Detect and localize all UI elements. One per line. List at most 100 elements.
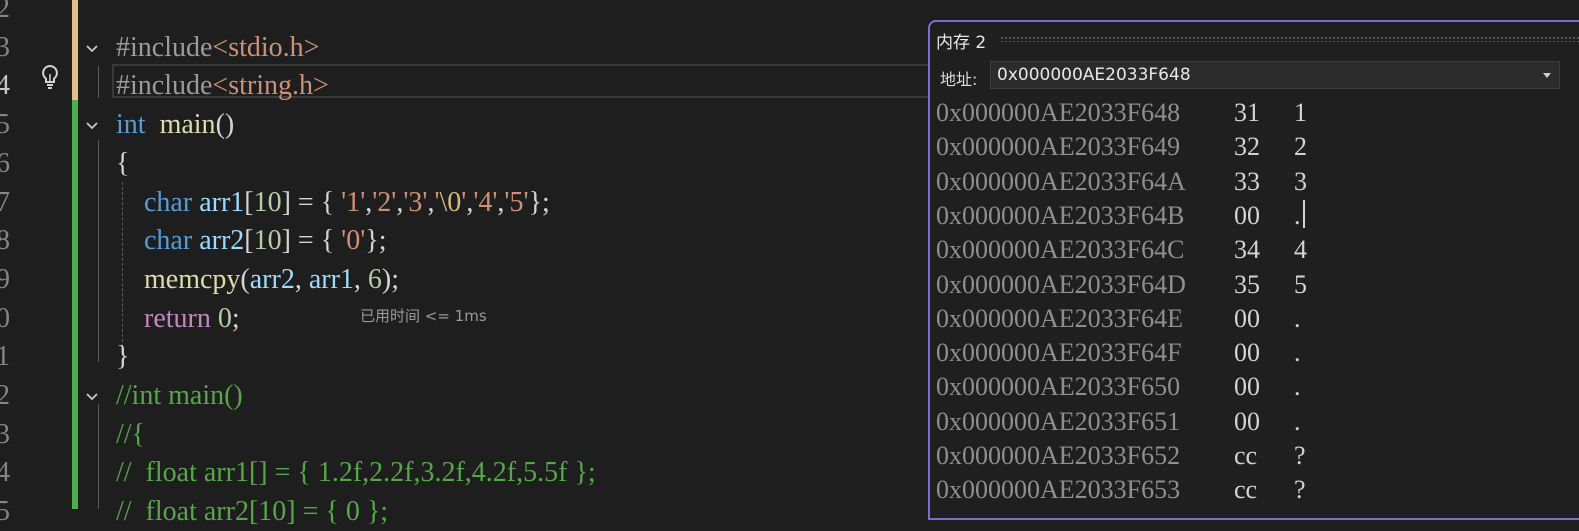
memory-window-titlebar[interactable]: 内存 2: [930, 22, 1579, 56]
memory-hex-byte[interactable]: 33: [1234, 165, 1294, 199]
line-number: 4: [0, 70, 10, 102]
elapsed-time-hint: 已用时间 <= 1ms: [360, 307, 487, 325]
address-input[interactable]: 0x000000AE2033F648: [990, 61, 1560, 89]
code-token: [: [244, 186, 254, 218]
code-token: (): [215, 109, 235, 141]
code-token: int: [116, 109, 146, 141]
memory-address: 0x000000AE2033F653: [936, 475, 1181, 505]
memory-address: 0x000000AE2033F649: [936, 132, 1181, 162]
memory-hex-byte[interactable]: cc: [1234, 439, 1294, 473]
code-token: ] = {: [281, 225, 342, 257]
memory-char[interactable]: 4: [1294, 233, 1307, 267]
memory-address: 0x000000AE2033F648: [936, 98, 1181, 127]
line-number: 9: [0, 263, 10, 295]
memory-char[interactable]: .: [1294, 302, 1301, 336]
code-token: 6: [367, 263, 382, 295]
code-line[interactable]: }: [116, 338, 129, 376]
code-token: ,: [294, 263, 309, 295]
memory-char[interactable]: ?: [1294, 473, 1306, 507]
memory-hex-byte[interactable]: 32: [1234, 130, 1294, 164]
line-number: 7: [0, 186, 10, 218]
code-line[interactable]: //int main(): [116, 377, 243, 415]
line-number: 3: [0, 31, 10, 63]
memory-address: 0x000000AE2033F652: [936, 441, 1181, 470]
memory-row[interactable]: 0x000000AE2033F64E 00.: [936, 302, 1301, 336]
line-number: 4: [0, 457, 10, 489]
code-line[interactable]: //{: [116, 416, 145, 454]
memory-char[interactable]: .: [1294, 199, 1301, 233]
code-token: \0: [439, 186, 462, 218]
memory-hex-byte[interactable]: 00: [1234, 405, 1294, 439]
memory-row[interactable]: 0x000000AE2033F651 00.: [936, 405, 1301, 439]
memory-char[interactable]: .: [1294, 405, 1301, 439]
memory-row[interactable]: 0x000000AE2033F64F 00.: [936, 336, 1301, 370]
code-line[interactable]: // float arr1[] = { 1.2f,2.2f,3.2f,4.2f,…: [116, 454, 596, 492]
code-token: //int main(): [116, 380, 243, 411]
code-line[interactable]: char arr2[10] = { '0'};: [116, 222, 386, 260]
code-token: arr2: [249, 263, 295, 295]
memory-row[interactable]: 0x000000AE2033F650 00.: [936, 370, 1301, 404]
memory-hex-byte[interactable]: 00: [1234, 370, 1294, 404]
chevron-down-icon[interactable]: [1543, 73, 1551, 78]
code-token: // float arr1[] = { 1.2f,2.2f,3.2f,4.2f,…: [116, 457, 596, 489]
code-token: #include: [116, 31, 213, 63]
code-line[interactable]: {: [116, 145, 129, 183]
memory-address: 0x000000AE2033F64C: [936, 235, 1185, 265]
code-token: '3': [403, 186, 428, 218]
memory-row[interactable]: 0x000000AE2033F64C 34 4: [936, 233, 1307, 267]
memory-char[interactable]: 3: [1294, 165, 1307, 199]
memory-char[interactable]: 1: [1294, 96, 1307, 130]
memory-row[interactable]: 0x000000AE2033F64A 33 3: [936, 165, 1307, 199]
code-token: #include: [116, 70, 213, 102]
fold-chevron-icon[interactable]: [84, 389, 100, 405]
memory-char[interactable]: ?: [1294, 439, 1306, 473]
memory-address: 0x000000AE2033F64F: [936, 338, 1182, 368]
memory-row[interactable]: 0x000000AE2033F649 32 2: [936, 130, 1307, 164]
main-scope-guide: [98, 140, 99, 362]
line-number: 1: [0, 341, 10, 373]
memory-hex-byte[interactable]: 00: [1234, 302, 1294, 336]
memory-window-title: 内存 2: [936, 33, 987, 53]
code-line[interactable]: return 0;: [116, 300, 240, 338]
memory-row[interactable]: 0x000000AE2033F653 cc?: [936, 473, 1306, 507]
lightbulb-icon[interactable]: [38, 64, 62, 90]
memory-char[interactable]: .: [1294, 370, 1301, 404]
memory-hex-byte[interactable]: 31: [1234, 96, 1294, 130]
code-token: '2': [372, 186, 397, 218]
code-line[interactable]: // float arr2[10] = { 0 };: [116, 493, 388, 531]
memory-address: 0x000000AE2033F651: [936, 406, 1181, 436]
memory-char[interactable]: 2: [1294, 130, 1307, 164]
memory-window[interactable]: 内存 2 地址: 0x000000AE2033F648 0x000000AE20…: [928, 20, 1579, 520]
code-token: };: [528, 186, 550, 218]
code-token: }: [116, 341, 130, 373]
code-token: ,: [353, 263, 368, 295]
code-line[interactable]: #include<stdio.h>: [116, 29, 319, 67]
memory-char[interactable]: 5: [1294, 268, 1307, 302]
memory-hex-byte[interactable]: 00: [1234, 199, 1294, 233]
code-line[interactable]: int main(): [116, 106, 234, 144]
code-line[interactable]: memcpy(arr2, arr1, 6);: [116, 261, 399, 299]
memory-row[interactable]: 0x000000AE2033F64B 00.: [936, 199, 1305, 233]
code-token: (: [240, 263, 250, 295]
code-token: '1': [341, 186, 366, 218]
code-token: arr1: [199, 186, 245, 218]
line-number: 5: [0, 496, 10, 528]
code-token: 0: [217, 302, 232, 334]
memory-char[interactable]: .: [1294, 336, 1301, 370]
fold-chevron-icon[interactable]: [84, 41, 100, 57]
line-number: 2: [0, 380, 10, 411]
drag-grip[interactable]: [1000, 36, 1579, 42]
memory-row[interactable]: 0x000000AE2033F64D 35 5: [936, 268, 1307, 302]
memory-row[interactable]: 0x000000AE2033F648 31 1: [936, 96, 1307, 130]
memory-hex-byte[interactable]: cc: [1234, 473, 1294, 507]
memory-hex-byte[interactable]: 35: [1234, 268, 1294, 302]
fold-chevron-icon[interactable]: [84, 118, 100, 134]
code-line[interactable]: #include<string.h>: [116, 67, 329, 105]
code-line[interactable]: char arr1[10] = { '1','2','3','\0','4','…: [116, 184, 550, 222]
memory-row[interactable]: 0x000000AE2033F652 cc?: [936, 439, 1306, 473]
memory-hex-byte[interactable]: 34: [1234, 233, 1294, 267]
code-token: main: [159, 109, 216, 141]
code-token: memcpy: [144, 263, 241, 295]
memory-hex-byte[interactable]: 00: [1234, 336, 1294, 370]
